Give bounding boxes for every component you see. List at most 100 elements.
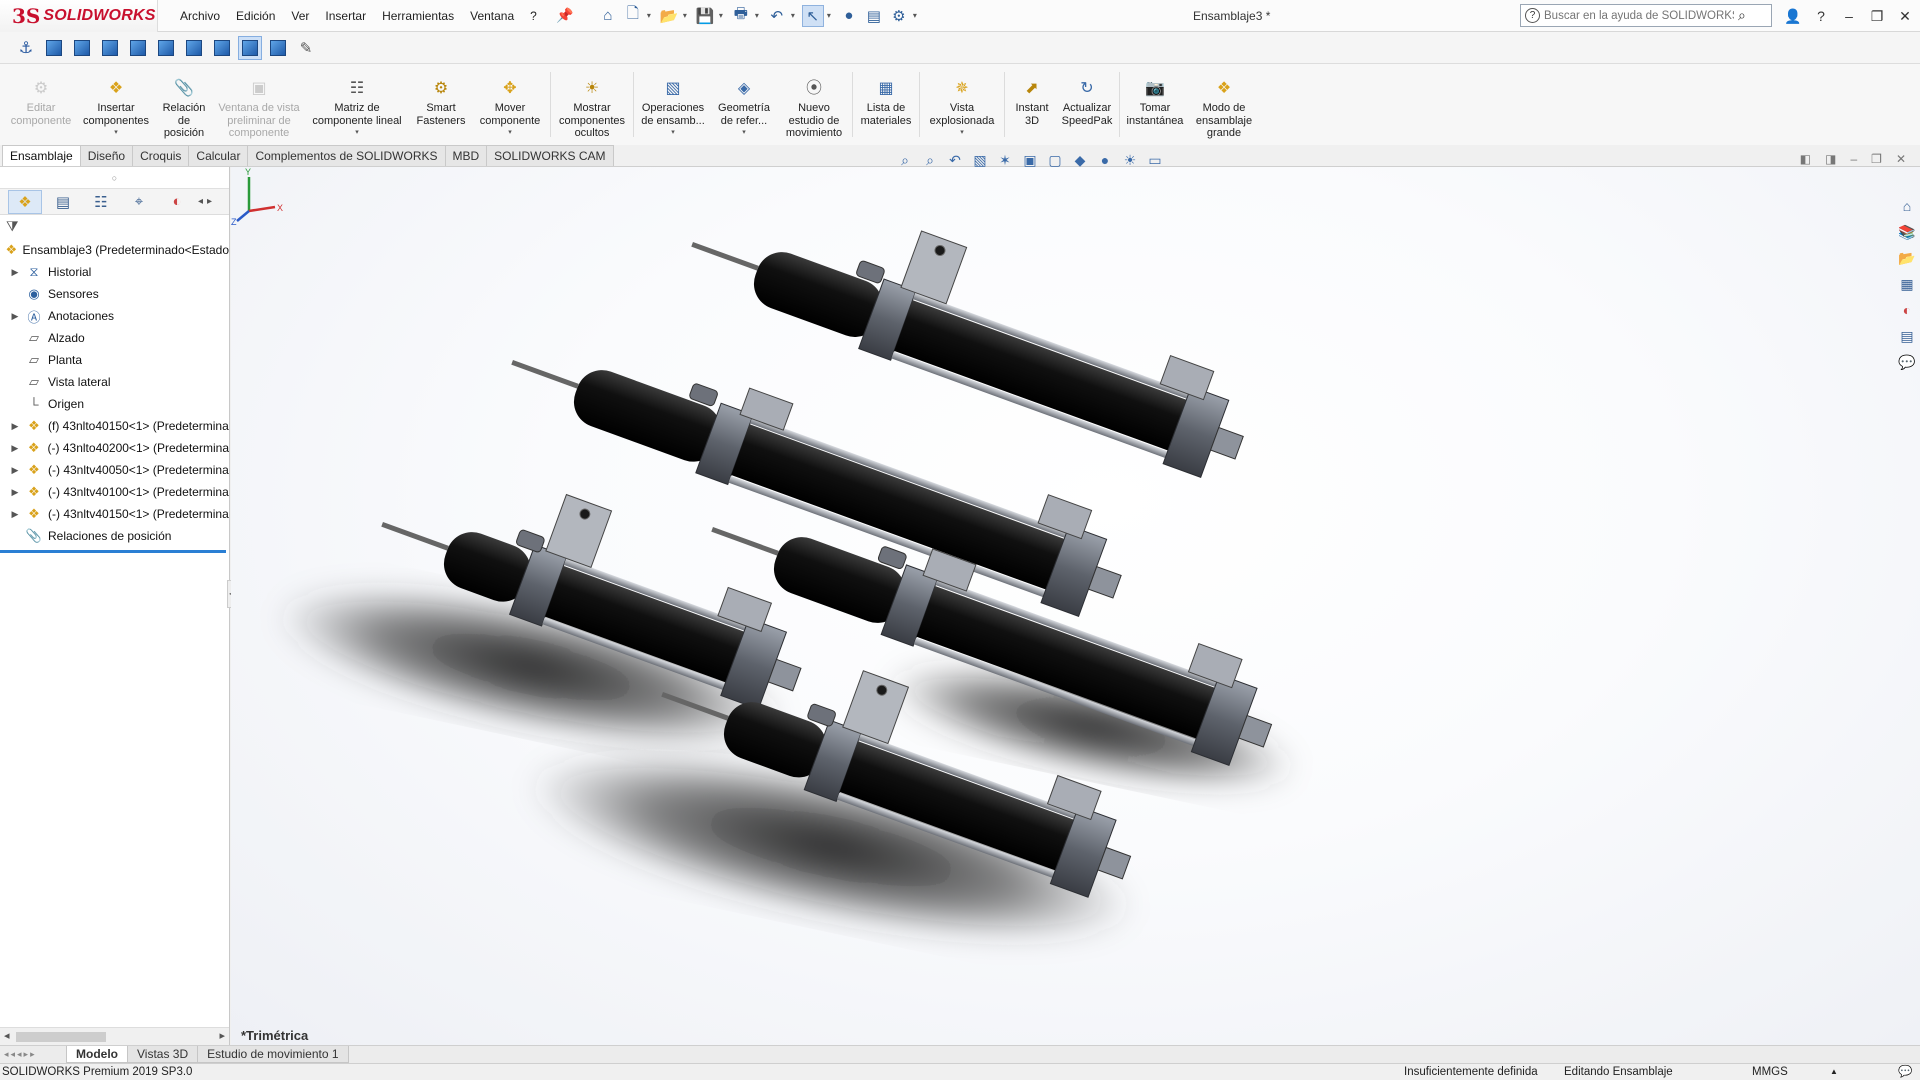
tree-item-mates[interactable]: 📎 Relaciones de posición — [0, 525, 229, 547]
tree-item-historial[interactable]: ▶ ⧖ Historial — [0, 261, 229, 283]
tree-item-vista-lateral[interactable]: ▱ Vista lateral — [0, 371, 229, 393]
smart-fasteners-button[interactable]: ⚙ Smart Fasteners — [410, 64, 472, 145]
menu-herramientas[interactable]: Herramientas — [374, 0, 462, 32]
chevron-left-icon[interactable]: ◂ — [198, 196, 203, 207]
chevron-down-icon[interactable]: ▾ — [791, 11, 799, 20]
menu-ver[interactable]: Ver — [283, 0, 317, 32]
design-library-icon[interactable]: 📚 — [1896, 221, 1918, 243]
print-icon[interactable]: 🖶 — [730, 5, 752, 27]
expand-arrow-icon[interactable]: ▶ — [6, 267, 24, 278]
dimxpert-tab-icon[interactable]: ⌖ — [122, 190, 156, 214]
edit-appearance-icon[interactable]: ● — [1096, 152, 1114, 168]
tree-item-sensores[interactable]: ◉ Sensores — [0, 283, 229, 305]
bill-of-materials-button[interactable]: ▦ Lista de materiales — [855, 64, 917, 145]
tree-item-part[interactable]: ▶ ❖ (-) 43nltv40100<1> (Predetermina — [0, 481, 229, 503]
tab-croquis[interactable]: Croquis — [132, 145, 190, 166]
tab-mbd[interactable]: MBD — [444, 145, 488, 166]
chevron-down-icon[interactable]: ▾ — [114, 127, 118, 140]
menu-ventana[interactable]: Ventana — [462, 0, 522, 32]
view-orientation-icon[interactable]: ▣ — [1021, 152, 1039, 169]
previous-view-icon[interactable]: ↶ — [946, 152, 964, 169]
tree-item-alzado[interactable]: ▱ Alzado — [0, 327, 229, 349]
feature-manager-tab-icon[interactable]: ❖ — [8, 189, 42, 214]
expand-arrow-icon[interactable]: ▶ — [6, 509, 24, 520]
edit-component-button[interactable]: ⚙ Editar componente — [4, 64, 78, 145]
chevron-down-icon[interactable]: ▾ — [683, 11, 691, 20]
chevron-down-icon[interactable]: ▾ — [913, 11, 921, 20]
section-view-icon[interactable]: ▧ — [971, 152, 989, 169]
bottom-view-icon[interactable] — [182, 36, 206, 60]
search-icon[interactable]: ⌕ — [1738, 7, 1746, 24]
traffic-light-icon[interactable]: ● — [838, 5, 860, 27]
assembly-3d-view[interactable] — [231, 167, 1920, 1045]
expand-arrow-icon[interactable]: ▶ — [6, 443, 24, 454]
open-folder-icon[interactable]: 📂 — [658, 5, 680, 27]
tree-item-planta[interactable]: ▱ Planta — [0, 349, 229, 371]
tree-item-anotaciones[interactable]: ▶ Ⓐ Anotaciones — [0, 305, 229, 327]
appearances-icon[interactable]: ◐ — [1896, 299, 1918, 321]
tab-complementos[interactable]: Complementos de SOLIDWORKS — [247, 145, 446, 166]
viewport-minimize-icon[interactable]: – — [1850, 152, 1857, 166]
menu-edicion[interactable]: Edición — [228, 0, 283, 32]
configuration-manager-tab-icon[interactable]: ☷ — [84, 190, 118, 214]
expand-arrow-icon[interactable]: ▶ — [6, 311, 24, 322]
restore-icon[interactable]: ❐ — [1868, 8, 1886, 25]
insert-components-button[interactable]: ❖ Insertar componentes ▾ — [78, 64, 154, 145]
tree-item-part[interactable]: ▶ ❖ (f) 43nlto40150<1> (Predetermina — [0, 415, 229, 437]
assembly-features-button[interactable]: ▧ Operaciones de ensamb... ▾ — [636, 64, 710, 145]
tab-diseno[interactable]: Diseño — [79, 145, 134, 166]
panel-grip[interactable]: ○ — [0, 167, 229, 189]
undo-icon[interactable]: ↶ — [766, 5, 788, 27]
user-icon[interactable]: 👤 — [1784, 8, 1802, 25]
dynamic-annotation-icon[interactable]: ✶ — [996, 152, 1014, 169]
view-palette-icon[interactable]: ▦ — [1896, 273, 1918, 295]
chevron-down-icon[interactable]: ▾ — [755, 11, 763, 20]
expand-arrow-icon[interactable]: ▶ — [6, 465, 24, 476]
home-icon[interactable]: ⌂ — [597, 5, 619, 27]
right-view-icon[interactable] — [126, 36, 150, 60]
menu-archivo[interactable]: Archivo — [172, 0, 228, 32]
solidworks-resources-icon[interactable]: ⌂ — [1896, 195, 1918, 217]
tab-calcular[interactable]: Calcular — [188, 145, 249, 166]
horizontal-scrollbar[interactable]: ◂ ▸ — [0, 1027, 229, 1045]
chevron-down-icon[interactable]: ▾ — [960, 127, 964, 140]
front-view-icon[interactable] — [42, 36, 66, 60]
dimetric-view-icon[interactable] — [266, 36, 290, 60]
menu-help[interactable]: ? — [522, 0, 545, 32]
show-hidden-components-button[interactable]: ☀ Mostrar componentes ocultos — [553, 64, 631, 145]
custom-properties-icon[interactable]: ▤ — [1896, 325, 1918, 347]
display-manager-tab-icon[interactable]: ◐ — [160, 190, 194, 214]
select-pointer-icon[interactable]: ↖ — [801, 4, 824, 27]
scrollbar-thumb[interactable] — [16, 1032, 106, 1042]
chevron-down-icon[interactable]: ▾ — [719, 11, 727, 20]
file-properties-icon[interactable]: ▤ — [863, 5, 885, 27]
expand-arrow-icon[interactable]: ▶ — [6, 487, 24, 498]
chevron-down-icon[interactable]: ▾ — [647, 11, 655, 20]
move-component-button[interactable]: ✥ Mover componente ▾ — [472, 64, 548, 145]
filter-icon[interactable]: ⧩ — [0, 215, 229, 237]
new-motion-study-button[interactable]: ⦿ Nuevo estudio de movimiento — [778, 64, 850, 145]
scroll-left-icon[interactable]: ◂ — [4, 1029, 10, 1042]
viewport-close-icon[interactable]: ✕ — [1896, 152, 1906, 166]
help-search-input[interactable] — [1544, 9, 1734, 22]
apply-scene-icon[interactable]: ☀ — [1121, 152, 1139, 169]
minimize-icon[interactable]: – — [1840, 8, 1858, 24]
forum-icon[interactable]: 💬 — [1896, 351, 1918, 373]
tile-right-icon[interactable]: ◨ — [1825, 152, 1836, 166]
chevron-down-icon[interactable]: ▾ — [355, 127, 359, 140]
scroll-right-icon[interactable]: ▸ — [219, 1029, 225, 1042]
display-style-icon[interactable]: ▢ — [1046, 152, 1064, 169]
tab-navigation-arrows[interactable]: ◂◂◂▸▸ — [0, 1049, 66, 1060]
isometric-view-icon[interactable] — [210, 36, 234, 60]
file-explorer-icon[interactable]: 📂 — [1896, 247, 1918, 269]
chevron-down-icon[interactable]: ▾ — [671, 127, 675, 140]
tab-ensamblaje[interactable]: Ensamblaje — [2, 145, 81, 166]
close-icon[interactable]: ✕ — [1896, 8, 1914, 25]
tab-modelo[interactable]: Modelo — [66, 1046, 128, 1063]
tree-item-part[interactable]: ▶ ❖ (-) 43nltv40050<1> (Predetermina — [0, 459, 229, 481]
viewport-restore-icon[interactable]: ❐ — [1871, 152, 1882, 166]
hide-show-items-icon[interactable]: ◆ — [1071, 152, 1089, 169]
reference-geometry-button[interactable]: ◈ Geometría de refer... ▾ — [710, 64, 778, 145]
zoom-to-area-icon[interactable]: ⌕ — [921, 152, 939, 169]
chevron-down-icon[interactable]: ▾ — [742, 127, 746, 140]
